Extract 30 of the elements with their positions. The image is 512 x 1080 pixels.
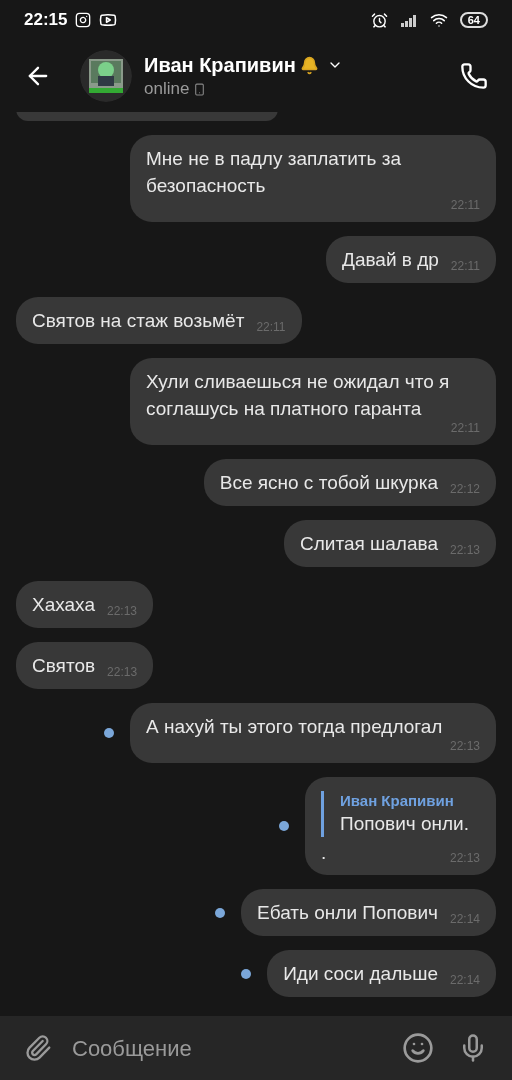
instagram-icon (75, 12, 92, 28)
reply-author: Иван Крапивин (340, 791, 455, 811)
message-text: Давай в др (342, 248, 439, 272)
call-button[interactable] (460, 62, 488, 90)
contact-name[interactable]: Иван Крапивин (144, 52, 296, 78)
message-text: Ебать онли Попович (257, 901, 438, 925)
contact-status: online (144, 78, 190, 100)
battery-icon: 64 (459, 12, 488, 28)
reply-text: Попович онли. (340, 812, 470, 836)
message-input[interactable]: Сообщение (72, 1031, 402, 1065)
message-text: Слитая шалава (300, 532, 438, 556)
video-icon (99, 11, 118, 29)
message-text: Святов на стаж возьмёт (32, 309, 245, 333)
attach-icon[interactable] (24, 1034, 52, 1062)
emoji-icon[interactable] (402, 1032, 434, 1064)
message-text: Хахаха (32, 593, 95, 617)
message-text: . (321, 841, 327, 865)
reply-quote[interactable]: Иван Крапивин Попович онли. (321, 791, 480, 837)
signal-icon (399, 13, 418, 27)
clock-time: 22:15 (24, 9, 68, 32)
message-text: Иди соси дальше (283, 962, 438, 986)
message-text: Хули сливаешься не ожидал что я соглашусь на платного гаранта (146, 370, 451, 421)
phone-device-icon (193, 82, 207, 96)
alarm-icon (370, 11, 388, 29)
message-text: Все ясно с тобой шкурка (219, 471, 438, 495)
message-text: А нахуй ты этого тогда предлогал (146, 715, 444, 739)
wifi-icon (429, 11, 448, 29)
message-text: Мне не в падлу заплатить за безопасность (146, 147, 402, 198)
composer-bar[interactable]: Сообщение (0, 1016, 512, 1080)
message-text: Святов (32, 654, 96, 678)
